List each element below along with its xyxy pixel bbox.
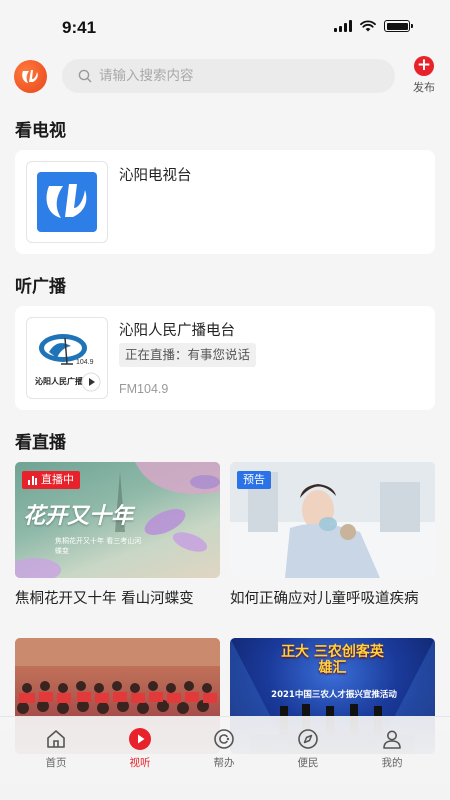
signal-icon xyxy=(334,20,352,32)
compass-icon xyxy=(296,727,320,751)
tv-station-name: 沁阳电视台 xyxy=(119,168,192,184)
radio-logo-caption: 沁阳人民广播 xyxy=(35,377,83,386)
user-icon xyxy=(380,727,404,751)
live-image-subtitle: 2021中国三农人才振兴宣推活动 xyxy=(271,690,397,700)
live-badge: 直播中 xyxy=(22,471,80,489)
live-image-title: 正大 三农创客英雄汇 xyxy=(281,644,384,676)
tab-label: 帮办 xyxy=(213,757,235,769)
home-icon xyxy=(44,727,68,751)
status-time: 9:41 xyxy=(62,18,97,37)
live-thumbnail: 花开又十年 焦桐花开又十年 看三考山河蝶变 直播中 xyxy=(15,462,220,578)
section-title-radio: 听广播 xyxy=(15,277,66,297)
publish-button[interactable]: + 发布 xyxy=(408,56,440,95)
tv-station-card[interactable]: 沁阳电视台 xyxy=(15,150,435,254)
preview-badge: 预告 xyxy=(237,471,271,489)
live-item[interactable]: 花开又十年 焦桐花开又十年 看三考山河蝶变 直播中 焦桐花开又十年 看山河蝶变 xyxy=(15,462,220,608)
tab-label: 视听 xyxy=(129,757,151,769)
logo-mark-icon xyxy=(21,69,38,83)
radio-station-card[interactable]: 104.9 沁阳人民广播 沁阳人民广播电台 正在直播：有事您说话 FM104.9 xyxy=(15,306,435,410)
live-item-title: 如何正确应对儿童呼吸道疾病 xyxy=(230,591,419,607)
search-input[interactable] xyxy=(99,68,359,84)
radio-logo-freq: 104.9 xyxy=(76,359,94,366)
status-bar: 9:41 xyxy=(0,0,450,56)
battery-icon xyxy=(384,20,413,32)
play-icon[interactable] xyxy=(81,372,101,392)
publish-label: 发布 xyxy=(413,81,435,94)
tab-home[interactable]: 首页 xyxy=(26,727,86,770)
radio-station-logo: 104.9 沁阳人民广播 xyxy=(26,317,108,399)
tab-label: 首页 xyxy=(45,757,67,769)
tab-profile[interactable]: 我的 xyxy=(362,727,422,770)
plus-icon: + xyxy=(414,56,434,76)
section-title-tv: 看电视 xyxy=(15,121,66,141)
now-playing-tag: 正在直播：有事您说话 xyxy=(119,343,257,367)
radio-frequency: FM104.9 xyxy=(119,382,169,396)
search-icon xyxy=(78,69,92,83)
live-image-title: 花开又十年 xyxy=(23,503,134,529)
tab-audiovisual[interactable]: 视听 xyxy=(110,727,170,770)
live-image-subtitle: 焦桐花开又十年 看三考山河蝶变 xyxy=(55,537,142,555)
tab-label: 便民 xyxy=(297,757,319,769)
live-bars-icon xyxy=(28,475,37,485)
live-item-title: 焦桐花开又十年 看山河蝶变 xyxy=(15,591,194,607)
live-thumbnail: 预告 xyxy=(230,462,435,578)
bottom-tab-bar: 首页 视听 帮办 便民 我的 xyxy=(0,716,450,800)
tab-label: 我的 xyxy=(381,757,403,769)
tv-station-logo xyxy=(26,161,108,243)
tab-convenience[interactable]: 便民 xyxy=(278,727,338,770)
play-icon xyxy=(128,727,152,751)
top-bar: + 发布 xyxy=(0,56,450,100)
app-logo[interactable] xyxy=(14,60,47,93)
search-bar[interactable] xyxy=(62,59,395,93)
wifi-icon xyxy=(360,20,376,32)
section-title-live: 看直播 xyxy=(15,433,66,453)
help-icon xyxy=(212,727,236,751)
tab-help[interactable]: 帮办 xyxy=(194,727,254,770)
status-icons xyxy=(334,20,413,32)
radio-station-name: 沁阳人民广播电台 xyxy=(119,323,235,339)
live-item[interactable]: 预告 如何正确应对儿童呼吸道疾病 xyxy=(230,462,435,608)
